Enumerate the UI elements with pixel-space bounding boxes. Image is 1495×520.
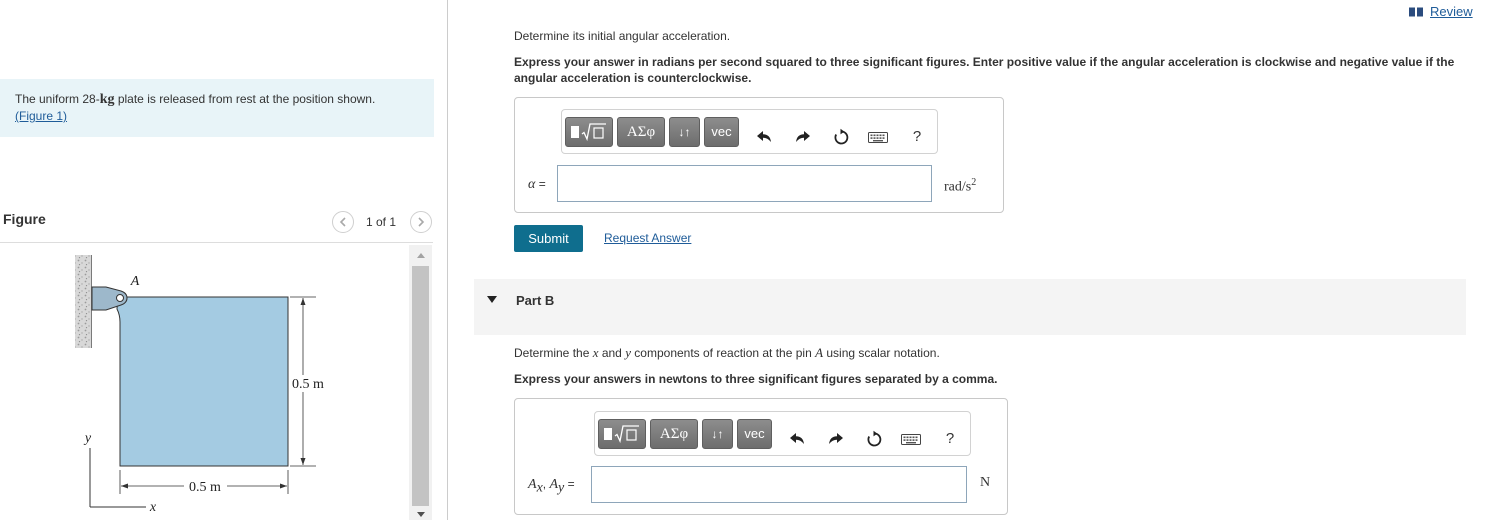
- part-b-instruction: Determine the x and y components of reac…: [514, 345, 940, 361]
- submit-button[interactable]: Submit: [514, 225, 583, 252]
- part-b-answer-format: Express your answers in newtons to three…: [514, 372, 998, 386]
- part-b-answer-input[interactable]: [591, 466, 967, 503]
- greek-symbols-button[interactable]: ΑΣφ: [617, 117, 665, 147]
- part-b-answer-label: Ax, Ay =: [528, 476, 575, 496]
- redo-icon: [796, 131, 810, 142]
- templates-icon: [571, 123, 606, 142]
- redo-button[interactable]: [793, 127, 813, 147]
- part-a-answer-label: α =: [528, 176, 546, 193]
- triangle-up-icon: [416, 252, 425, 258]
- scroll-thumb[interactable]: [412, 266, 429, 506]
- figure-heading: Figure: [3, 211, 46, 227]
- instruction-text: and: [598, 346, 626, 360]
- review-label: Review: [1430, 4, 1473, 19]
- undo-button[interactable]: [787, 429, 807, 449]
- redo-button[interactable]: [826, 429, 846, 449]
- vector-button[interactable]: vec: [704, 117, 739, 147]
- math-toolbar: ΑΣφ ↓↑ vec ?: [594, 411, 971, 456]
- pin-label: A: [130, 274, 140, 289]
- plate: [116, 296, 289, 467]
- unit-text: rad/s: [944, 179, 972, 195]
- templates-button[interactable]: [598, 419, 646, 449]
- scroll-down-button[interactable]: [409, 509, 432, 520]
- part-a-instruction: Determine its initial angular accelerati…: [514, 29, 731, 43]
- instruction-text: components of reaction at the pin: [630, 346, 816, 360]
- problem-statement: The uniform 28-kg plate is released from…: [0, 79, 434, 137]
- pager-text: 1 of 1: [366, 215, 397, 229]
- book-icon: [1409, 7, 1423, 17]
- height-dimension-label: 0.5 m: [292, 377, 324, 392]
- panel-divider: [447, 0, 448, 520]
- keyboard-icon: [868, 132, 888, 143]
- templates-button[interactable]: [565, 117, 613, 147]
- part-a-answer-format: Express your answer in radians per secon…: [514, 55, 1455, 85]
- redo-icon: [829, 433, 843, 444]
- previous-figure-button[interactable]: [332, 211, 354, 233]
- part-b-title: Part B: [516, 293, 555, 308]
- figure-scrollbar[interactable]: [409, 245, 432, 520]
- figure-divider: [0, 242, 433, 243]
- var-a: A: [528, 477, 537, 492]
- undo-icon: [757, 131, 771, 142]
- reset-icon: [867, 430, 882, 447]
- keyboard-button[interactable]: [868, 127, 888, 147]
- reset-button[interactable]: [864, 429, 884, 449]
- templates-icon: [604, 425, 639, 444]
- triangle-down-icon: [416, 512, 425, 517]
- help-button[interactable]: ?: [907, 127, 927, 147]
- part-a-answer-input[interactable]: [557, 165, 932, 202]
- help-button[interactable]: ?: [940, 429, 960, 449]
- pin-a: [116, 294, 124, 302]
- undo-button[interactable]: [754, 127, 774, 147]
- equals-sign: =: [564, 477, 575, 491]
- unit-exponent: 2: [971, 177, 977, 188]
- part-a-answer-box: ΑΣφ ↓↑ vec ? α = rad/s2: [514, 97, 1004, 213]
- width-dimension-label: 0.5 m: [189, 480, 221, 495]
- math-toolbar: ΑΣφ ↓↑ vec ?: [561, 109, 938, 154]
- math-pin-a: A: [815, 345, 824, 360]
- instruction-text: using scalar notation.: [823, 346, 940, 360]
- wall-support: [75, 255, 92, 348]
- figure-link[interactable]: (Figure 1): [15, 108, 419, 125]
- figure-diagram: A 0.5 m 0.5 m y x: [75, 255, 331, 515]
- review-link[interactable]: Review: [1409, 5, 1473, 19]
- problem-text-start: The uniform 28-: [15, 92, 100, 106]
- vector-button[interactable]: vec: [737, 419, 772, 449]
- next-figure-button[interactable]: [410, 211, 432, 233]
- instruction-text: Determine the: [514, 346, 593, 360]
- part-b-header[interactable]: Part B: [474, 279, 1466, 335]
- chevron-left-icon: [339, 217, 346, 227]
- problem-text-end: plate is released from rest at the posit…: [114, 92, 376, 106]
- arrows-button[interactable]: ↓↑: [669, 117, 700, 147]
- scroll-up-button[interactable]: [409, 249, 432, 261]
- var-a: A: [549, 477, 559, 492]
- part-b-unit: N: [980, 475, 991, 490]
- greek-symbols-button[interactable]: ΑΣφ: [650, 419, 698, 449]
- request-answer-link[interactable]: Request Answer: [604, 231, 691, 245]
- part-a-unit: rad/s2: [944, 175, 976, 196]
- keyboard-icon: [901, 434, 921, 445]
- keyboard-button[interactable]: [901, 429, 921, 449]
- chevron-right-icon: [418, 217, 425, 227]
- arrows-button[interactable]: ↓↑: [702, 419, 733, 449]
- reset-button[interactable]: [831, 127, 851, 147]
- part-b-answer-box: ΑΣφ ↓↑ vec ? Ax, Ay = N: [514, 398, 1008, 515]
- mass-unit: kg: [99, 92, 115, 107]
- equals-sign: =: [535, 177, 546, 191]
- x-axis-label: x: [149, 500, 157, 515]
- y-axis-label: y: [83, 431, 92, 446]
- undo-icon: [790, 433, 804, 444]
- caret-down-icon: [487, 296, 497, 303]
- reset-icon: [834, 128, 849, 145]
